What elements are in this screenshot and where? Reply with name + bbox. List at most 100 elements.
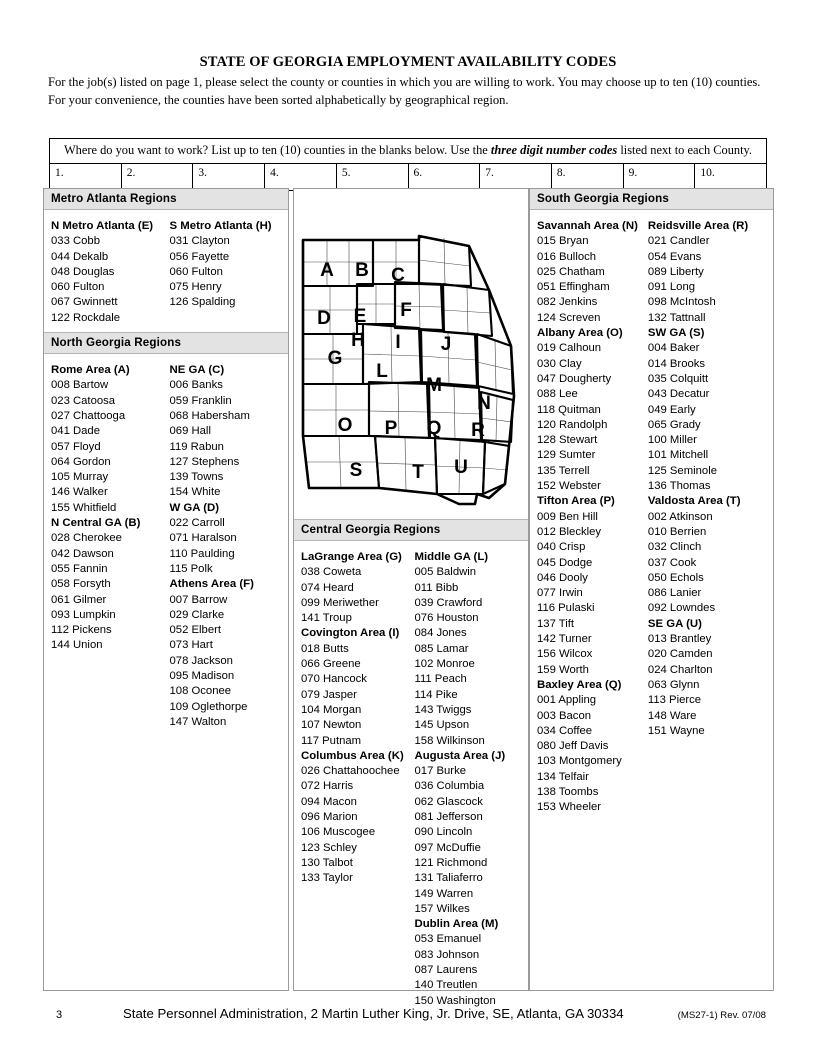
blank-field-3[interactable]: 3. [193, 164, 266, 190]
county-entry[interactable]: 018 Butts [301, 642, 415, 657]
county-entry[interactable]: 121 Richmond [415, 856, 529, 871]
county-entry[interactable]: 046 Dooly [537, 571, 648, 586]
county-entry[interactable]: 122 Rockdale [51, 311, 170, 326]
county-entry[interactable]: 134 Telfair [537, 770, 648, 785]
county-entry[interactable]: 095 Madison [170, 669, 289, 684]
county-entry[interactable]: 072 Harris [301, 779, 415, 794]
county-entry[interactable]: 058 Forsyth [51, 577, 170, 592]
county-entry[interactable]: 012 Bleckley [537, 525, 648, 540]
county-entry[interactable]: 140 Treutlen [415, 978, 529, 993]
county-entry[interactable]: 105 Murray [51, 470, 170, 485]
county-entry[interactable]: 057 Floyd [51, 440, 170, 455]
county-entry[interactable]: 153 Wheeler [537, 800, 648, 815]
county-entry[interactable]: 033 Cobb [51, 234, 170, 249]
county-entry[interactable]: 077 Irwin [537, 586, 648, 601]
county-entry[interactable]: 085 Lamar [415, 642, 529, 657]
county-entry[interactable]: 147 Walton [170, 715, 289, 730]
county-entry[interactable]: 008 Bartow [51, 378, 170, 393]
county-entry[interactable]: 087 Laurens [415, 963, 529, 978]
county-entry[interactable]: 056 Fayette [170, 250, 289, 265]
county-entry[interactable]: 010 Berrien [648, 525, 773, 540]
county-entry[interactable]: 065 Grady [648, 418, 773, 433]
county-entry[interactable]: 032 Clinch [648, 540, 773, 555]
county-entry[interactable]: 028 Cherokee [51, 531, 170, 546]
blank-field-7[interactable]: 7. [480, 164, 552, 190]
county-entry[interactable]: 076 Houston [415, 611, 529, 626]
county-entry[interactable]: 145 Upson [415, 718, 529, 733]
county-entry[interactable]: 069 Hall [170, 424, 289, 439]
county-entry[interactable]: 020 Camden [648, 647, 773, 662]
county-entry[interactable]: 023 Catoosa [51, 394, 170, 409]
county-entry[interactable]: 110 Paulding [170, 547, 289, 562]
county-entry[interactable]: 102 Monroe [415, 657, 529, 672]
county-entry[interactable]: 120 Randolph [537, 418, 648, 433]
county-entry[interactable]: 155 Whitfield [51, 501, 170, 516]
county-entry[interactable]: 070 Hancock [301, 672, 415, 687]
county-entry[interactable]: 017 Burke [415, 764, 529, 779]
county-entry[interactable]: 084 Jones [415, 626, 529, 641]
county-entry[interactable]: 091 Long [648, 280, 773, 295]
county-entry[interactable]: 130 Talbot [301, 856, 415, 871]
county-entry[interactable]: 048 Douglas [51, 265, 170, 280]
county-entry[interactable]: 036 Columbia [415, 779, 529, 794]
county-entry[interactable]: 123 Schley [301, 841, 415, 856]
county-entry[interactable]: 101 Mitchell [648, 448, 773, 463]
county-entry[interactable]: 015 Bryan [537, 234, 648, 249]
county-entry[interactable]: 124 Screven [537, 311, 648, 326]
county-entry[interactable]: 067 Gwinnett [51, 295, 170, 310]
county-entry[interactable]: 031 Clayton [170, 234, 289, 249]
county-entry[interactable]: 107 Newton [301, 718, 415, 733]
county-entry[interactable]: 055 Fannin [51, 562, 170, 577]
county-entry[interactable]: 059 Franklin [170, 394, 289, 409]
county-entry[interactable]: 113 Pierce [648, 693, 773, 708]
county-entry[interactable]: 143 Twiggs [415, 703, 529, 718]
county-entry[interactable]: 035 Colquitt [648, 372, 773, 387]
county-entry[interactable]: 045 Dodge [537, 556, 648, 571]
county-entry[interactable]: 029 Clarke [170, 608, 289, 623]
blank-field-10[interactable]: 10. [695, 164, 766, 190]
county-entry[interactable]: 016 Bulloch [537, 250, 648, 265]
county-entry[interactable]: 144 Union [51, 638, 170, 653]
county-entry[interactable]: 090 Lincoln [415, 825, 529, 840]
county-entry[interactable]: 103 Montgomery [537, 754, 648, 769]
county-entry[interactable]: 034 Coffee [537, 724, 648, 739]
county-entry[interactable]: 027 Chattooga [51, 409, 170, 424]
county-entry[interactable]: 099 Meriwether [301, 596, 415, 611]
county-entry[interactable]: 149 Warren [415, 887, 529, 902]
county-entry[interactable]: 142 Turner [537, 632, 648, 647]
county-entry[interactable]: 114 Pike [415, 688, 529, 703]
county-entry[interactable]: 128 Stewart [537, 433, 648, 448]
county-entry[interactable]: 006 Banks [170, 378, 289, 393]
county-entry[interactable]: 127 Stephens [170, 455, 289, 470]
county-entry[interactable]: 154 White [170, 485, 289, 500]
county-entry[interactable]: 111 Peach [415, 672, 529, 687]
county-entry[interactable]: 115 Polk [170, 562, 289, 577]
county-entry[interactable]: 007 Barrow [170, 593, 289, 608]
county-entry[interactable]: 097 McDuffie [415, 841, 529, 856]
county-entry[interactable]: 132 Tattnall [648, 311, 773, 326]
county-entry[interactable]: 157 Wilkes [415, 902, 529, 917]
county-entry[interactable]: 094 Macon [301, 795, 415, 810]
county-entry[interactable]: 060 Fulton [51, 280, 170, 295]
county-entry[interactable]: 159 Worth [537, 663, 648, 678]
county-entry[interactable]: 112 Pickens [51, 623, 170, 638]
county-entry[interactable]: 141 Troup [301, 611, 415, 626]
county-entry[interactable]: 014 Brooks [648, 357, 773, 372]
county-entry[interactable]: 068 Habersham [170, 409, 289, 424]
blank-field-8[interactable]: 8. [552, 164, 624, 190]
county-entry[interactable]: 137 Tift [537, 617, 648, 632]
county-entry[interactable]: 022 Carroll [170, 516, 289, 531]
county-entry[interactable]: 002 Atkinson [648, 510, 773, 525]
county-entry[interactable]: 073 Hart [170, 638, 289, 653]
county-entry[interactable]: 075 Henry [170, 280, 289, 295]
county-entry[interactable]: 092 Lowndes [648, 601, 773, 616]
county-entry[interactable]: 004 Baker [648, 341, 773, 356]
county-entry[interactable]: 093 Lumpkin [51, 608, 170, 623]
county-entry[interactable]: 039 Crawford [415, 596, 529, 611]
county-entry[interactable]: 146 Walker [51, 485, 170, 500]
county-entry[interactable]: 148 Ware [648, 709, 773, 724]
county-entry[interactable]: 050 Echols [648, 571, 773, 586]
county-entry[interactable]: 054 Evans [648, 250, 773, 265]
county-entry[interactable]: 116 Pulaski [537, 601, 648, 616]
county-entry[interactable]: 104 Morgan [301, 703, 415, 718]
